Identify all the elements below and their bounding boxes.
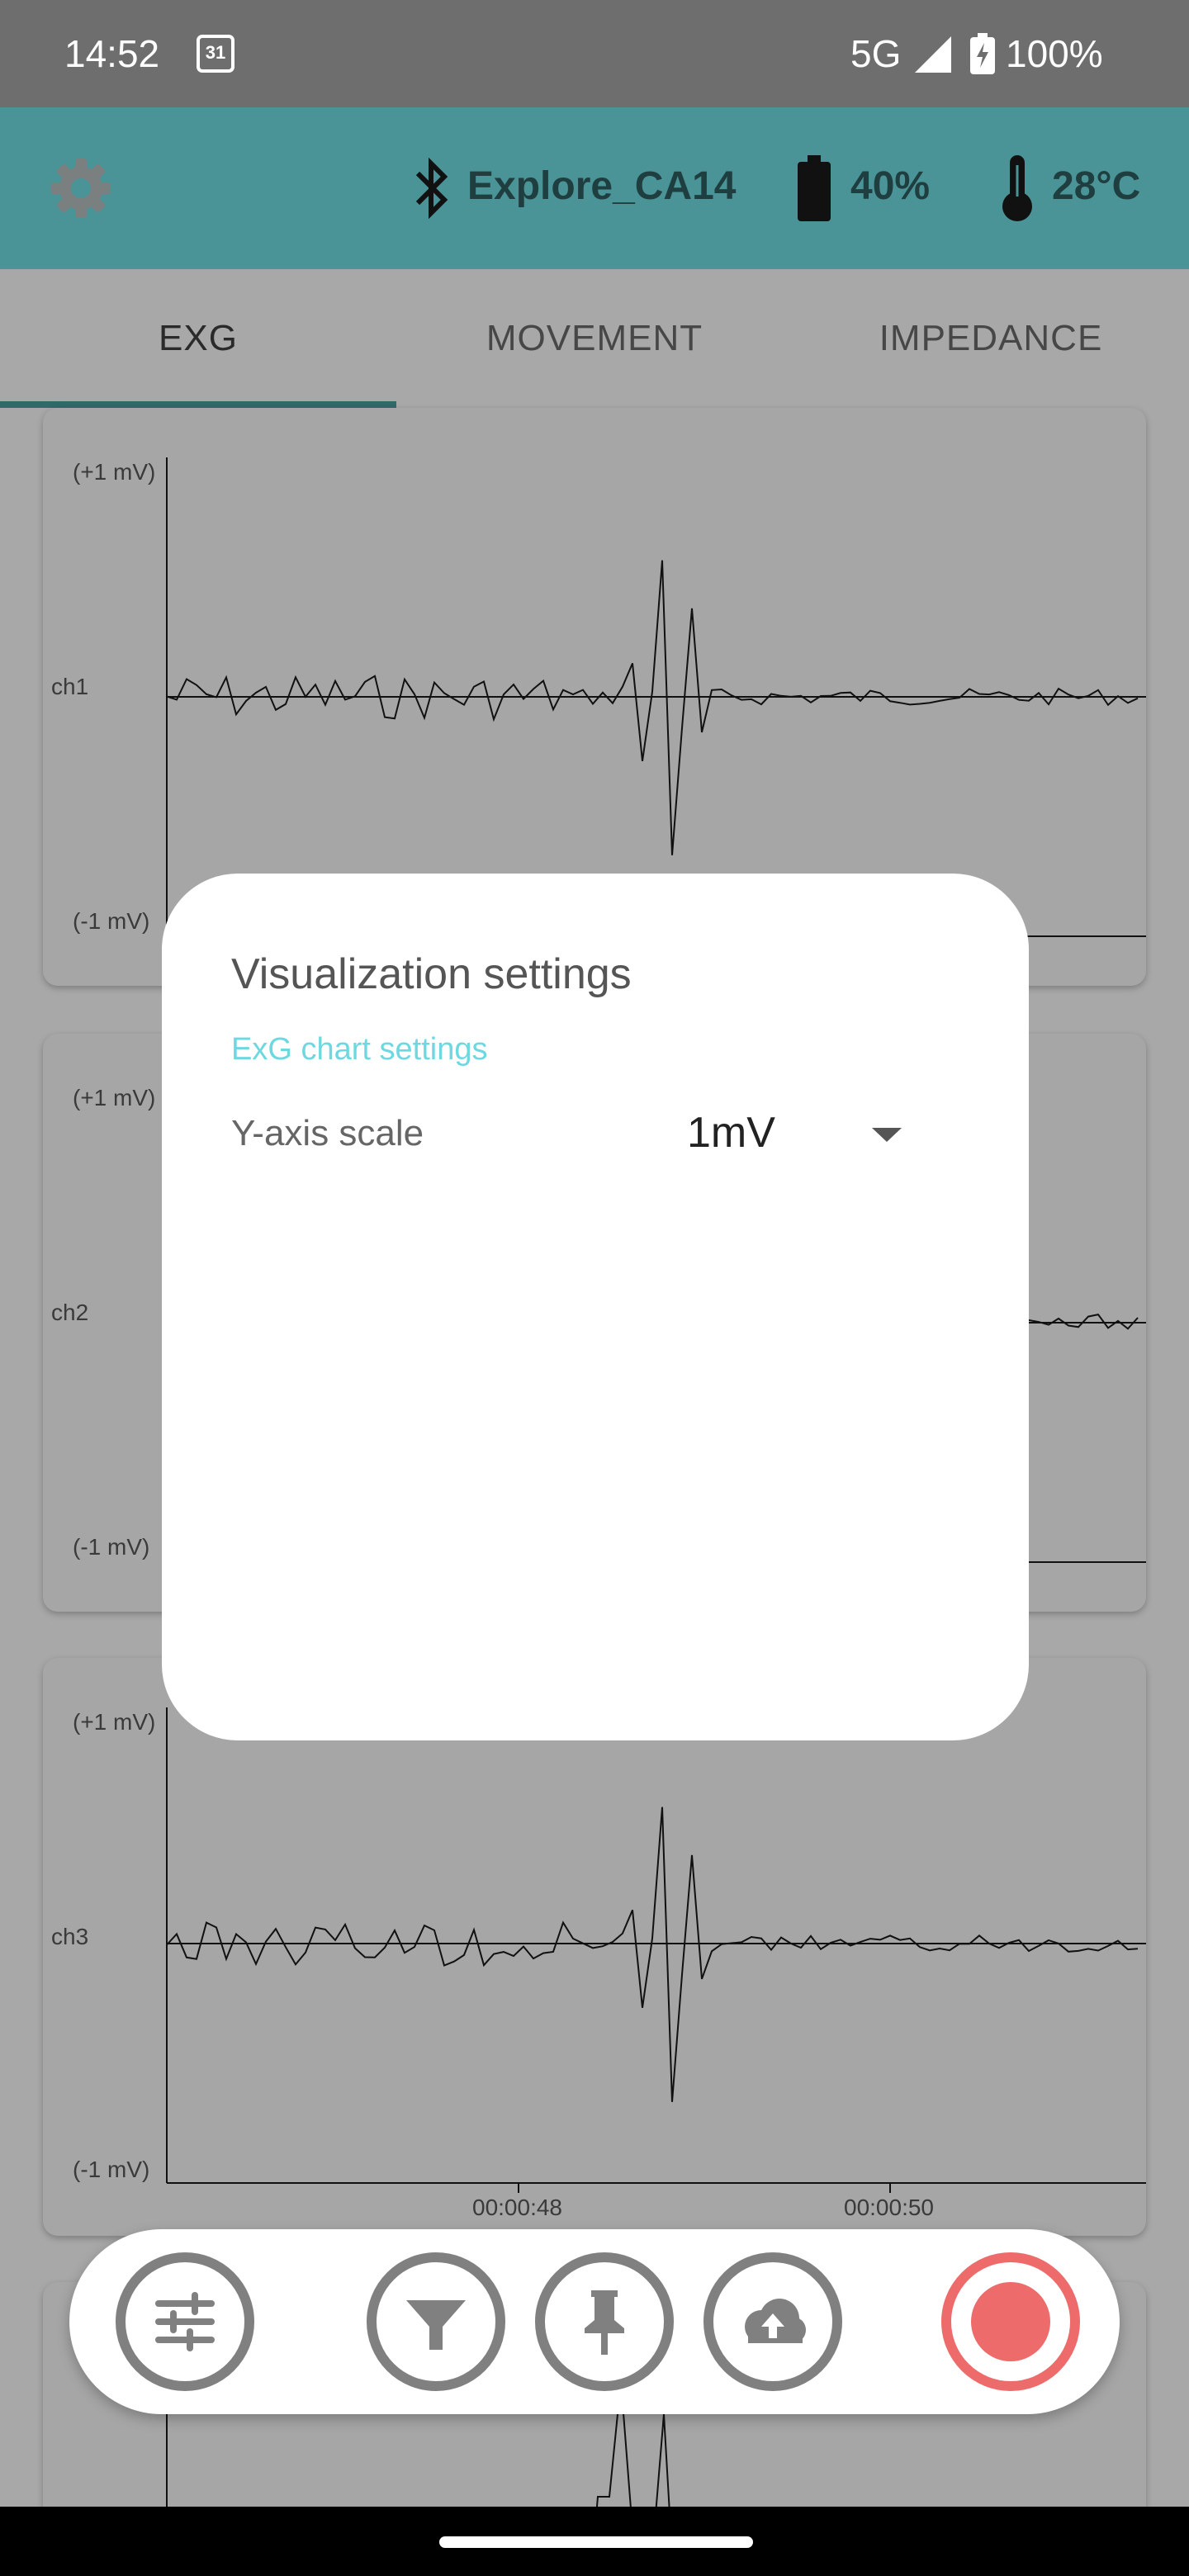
bluetooth-icon xyxy=(415,157,448,220)
home-handle[interactable] xyxy=(439,2536,753,2548)
y-min-label: (-1 mV) xyxy=(73,2157,150,2182)
sliders-icon xyxy=(155,2292,215,2351)
battery-charging-icon xyxy=(970,33,995,74)
x-tick-label: 00:00:50 xyxy=(844,2195,934,2220)
chart-card-ch3: (+1 mV) ch3 (-1 mV) 00:00:48 00:00:50 xyxy=(43,1658,1146,2236)
channel-label: ch2 xyxy=(51,1300,89,1325)
y-axis-scale-label: Y-axis scale xyxy=(231,1113,424,1153)
settings-sliders-button[interactable] xyxy=(116,2252,254,2391)
y-axis-scale-dropdown[interactable]: 1mV xyxy=(687,1096,935,1172)
record-button[interactable] xyxy=(941,2252,1080,2391)
pin-icon xyxy=(585,2290,624,2355)
x-tick-label: 00:00:48 xyxy=(472,2195,562,2220)
thermometer-icon xyxy=(1002,155,1032,221)
y-max-label: (+1 mV) xyxy=(73,1085,156,1110)
y-min-label: (-1 mV) xyxy=(73,1534,150,1560)
filter-icon xyxy=(406,2300,466,2350)
tab-indicator xyxy=(0,401,396,408)
visualization-settings-dialog: Visualization settings ExG chart setting… xyxy=(162,874,1029,1740)
calendar-icon: 31 xyxy=(197,35,234,73)
y-max-label: (+1 mV) xyxy=(73,1709,156,1735)
signal-trace xyxy=(166,560,1139,855)
bottom-toolbar xyxy=(69,2229,1120,2414)
exg-chart-ch3 xyxy=(166,1707,1146,2193)
signal-trace xyxy=(166,1807,1139,2102)
device-battery-level: 40% xyxy=(850,164,931,208)
signal-icon xyxy=(915,36,951,73)
y-max-label: (+1 mV) xyxy=(73,459,156,485)
channel-label: ch1 xyxy=(51,674,89,699)
record-icon xyxy=(971,2282,1050,2361)
pin-button[interactable] xyxy=(535,2252,674,2391)
status-time: 14:52 xyxy=(64,32,160,75)
status-battery-level: 100% xyxy=(1006,32,1103,75)
gear-icon[interactable] xyxy=(48,155,114,221)
dialog-section-title: ExG chart settings xyxy=(231,1032,488,1067)
navigation-bar xyxy=(0,2507,1189,2576)
filter-button[interactable] xyxy=(367,2252,505,2391)
cloud-upload-icon xyxy=(745,2299,806,2343)
dialog-title: Visualization settings xyxy=(231,950,632,998)
device-name: Explore_CA14 xyxy=(467,164,737,208)
tab-movement[interactable]: MOVEMENT xyxy=(396,269,793,408)
y-axis-scale-value: 1mV xyxy=(687,1109,775,1157)
tab-impedance[interactable]: IMPEDANCE xyxy=(793,269,1189,408)
tab-bar: EXG MOVEMENT IMPEDANCE xyxy=(0,269,1189,408)
chevron-down-icon xyxy=(872,1128,902,1142)
device-temperature: 28°C xyxy=(1052,164,1141,208)
device-battery-icon xyxy=(798,155,831,221)
cloud-upload-button[interactable] xyxy=(703,2252,842,2391)
channel-label: ch3 xyxy=(51,1924,89,1949)
network-type: 5G xyxy=(850,32,902,75)
app-bar: Explore_CA14 40% 28°C xyxy=(0,107,1189,269)
tab-exg[interactable]: EXG xyxy=(0,269,396,408)
status-bar: 14:52 31 5G 100% xyxy=(0,0,1189,107)
y-min-label: (-1 mV) xyxy=(73,908,150,934)
